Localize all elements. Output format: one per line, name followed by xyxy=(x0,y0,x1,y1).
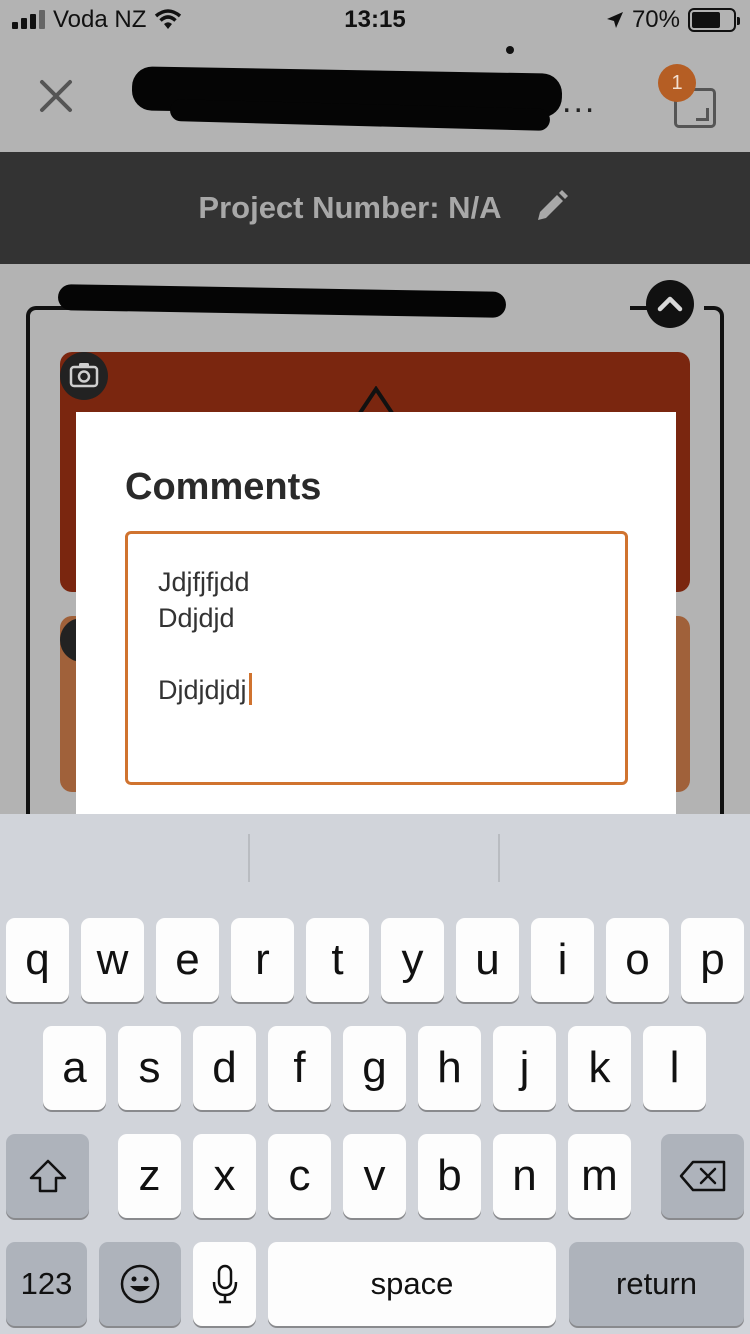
key-i[interactable]: i xyxy=(531,918,594,1002)
dictation-key[interactable] xyxy=(193,1242,256,1326)
comment-line: Djdjdjdj xyxy=(158,675,247,705)
key-g[interactable]: g xyxy=(343,1026,406,1110)
key-f[interactable]: f xyxy=(268,1026,331,1110)
key-h[interactable]: h xyxy=(418,1026,481,1110)
close-icon xyxy=(40,80,72,112)
close-button[interactable] xyxy=(36,76,76,116)
notification-badge: 1 xyxy=(658,64,696,102)
comment-line xyxy=(158,636,595,672)
key-s[interactable]: s xyxy=(118,1026,181,1110)
key-t[interactable]: t xyxy=(306,918,369,1002)
text-cursor xyxy=(248,673,252,705)
location-arrow-icon xyxy=(606,12,623,28)
microphone-icon xyxy=(212,1264,237,1304)
project-number-label: Project Number: N/A xyxy=(198,190,502,225)
battery-percent: 70% xyxy=(631,6,680,33)
key-p[interactable]: p xyxy=(681,918,744,1002)
key-e[interactable]: e xyxy=(156,918,219,1002)
space-key[interactable]: space xyxy=(268,1242,556,1326)
backspace-key[interactable] xyxy=(661,1134,744,1218)
key-r[interactable]: r xyxy=(231,918,294,1002)
camera-icon xyxy=(69,363,99,388)
key-q[interactable]: q xyxy=(6,918,69,1002)
suggestion-divider xyxy=(498,834,500,882)
keyboard: q w e r t y u i o p a s d f g h j k l z … xyxy=(0,814,750,1334)
shift-key[interactable] xyxy=(6,1134,89,1218)
shift-icon xyxy=(29,1159,66,1193)
key-k[interactable]: k xyxy=(568,1026,631,1110)
top-nav: ... 1 xyxy=(0,40,750,152)
comment-line: Ddjdjd xyxy=(158,603,235,633)
comment-line-current: Djdjdjdj xyxy=(158,672,595,708)
key-j[interactable]: j xyxy=(493,1026,556,1110)
project-number-bar: Project Number: N/A xyxy=(0,152,750,264)
backspace-icon xyxy=(679,1160,725,1192)
gallery-badge-button[interactable]: 1 xyxy=(658,64,722,128)
nav-dot xyxy=(506,46,514,54)
suggestion-divider xyxy=(248,834,250,882)
key-n[interactable]: n xyxy=(493,1134,556,1218)
suggestion-bar xyxy=(0,814,750,900)
key-d[interactable]: d xyxy=(193,1026,256,1110)
key-c[interactable]: c xyxy=(268,1134,331,1218)
comments-textarea[interactable]: Jdjfjfjdd Ddjdjd Djdjdjdj xyxy=(125,531,628,785)
camera-button[interactable] xyxy=(60,352,108,400)
status-bar: Voda NZ 13:15 70% xyxy=(0,0,750,40)
key-m[interactable]: m xyxy=(568,1134,631,1218)
collapse-button[interactable] xyxy=(646,280,694,328)
emoji-key[interactable] xyxy=(99,1242,181,1326)
key-a[interactable]: a xyxy=(43,1026,106,1110)
pencil-icon[interactable] xyxy=(534,190,568,224)
key-y[interactable]: y xyxy=(381,918,444,1002)
key-o[interactable]: o xyxy=(606,918,669,1002)
key-b[interactable]: b xyxy=(418,1134,481,1218)
title-ellipsis: ... xyxy=(562,82,597,120)
key-w[interactable]: w xyxy=(81,918,144,1002)
key-v[interactable]: v xyxy=(343,1134,406,1218)
key-l[interactable]: l xyxy=(643,1026,706,1110)
key-z[interactable]: z xyxy=(118,1134,181,1218)
battery-icon xyxy=(688,8,740,32)
modal-title: Comments xyxy=(125,466,322,508)
warning-icon xyxy=(358,386,394,414)
return-key[interactable]: return xyxy=(569,1242,744,1326)
chevron-up-icon xyxy=(657,296,683,312)
emoji-icon xyxy=(120,1264,160,1304)
comment-line: Jdjfjfjdd xyxy=(158,567,250,597)
key-u[interactable]: u xyxy=(456,918,519,1002)
frame-gap xyxy=(500,300,630,312)
numbers-key[interactable]: 123 xyxy=(6,1242,87,1326)
comments-modal: Comments Jdjfjfjdd Ddjdjd Djdjdjdj xyxy=(76,412,676,814)
key-x[interactable]: x xyxy=(193,1134,256,1218)
